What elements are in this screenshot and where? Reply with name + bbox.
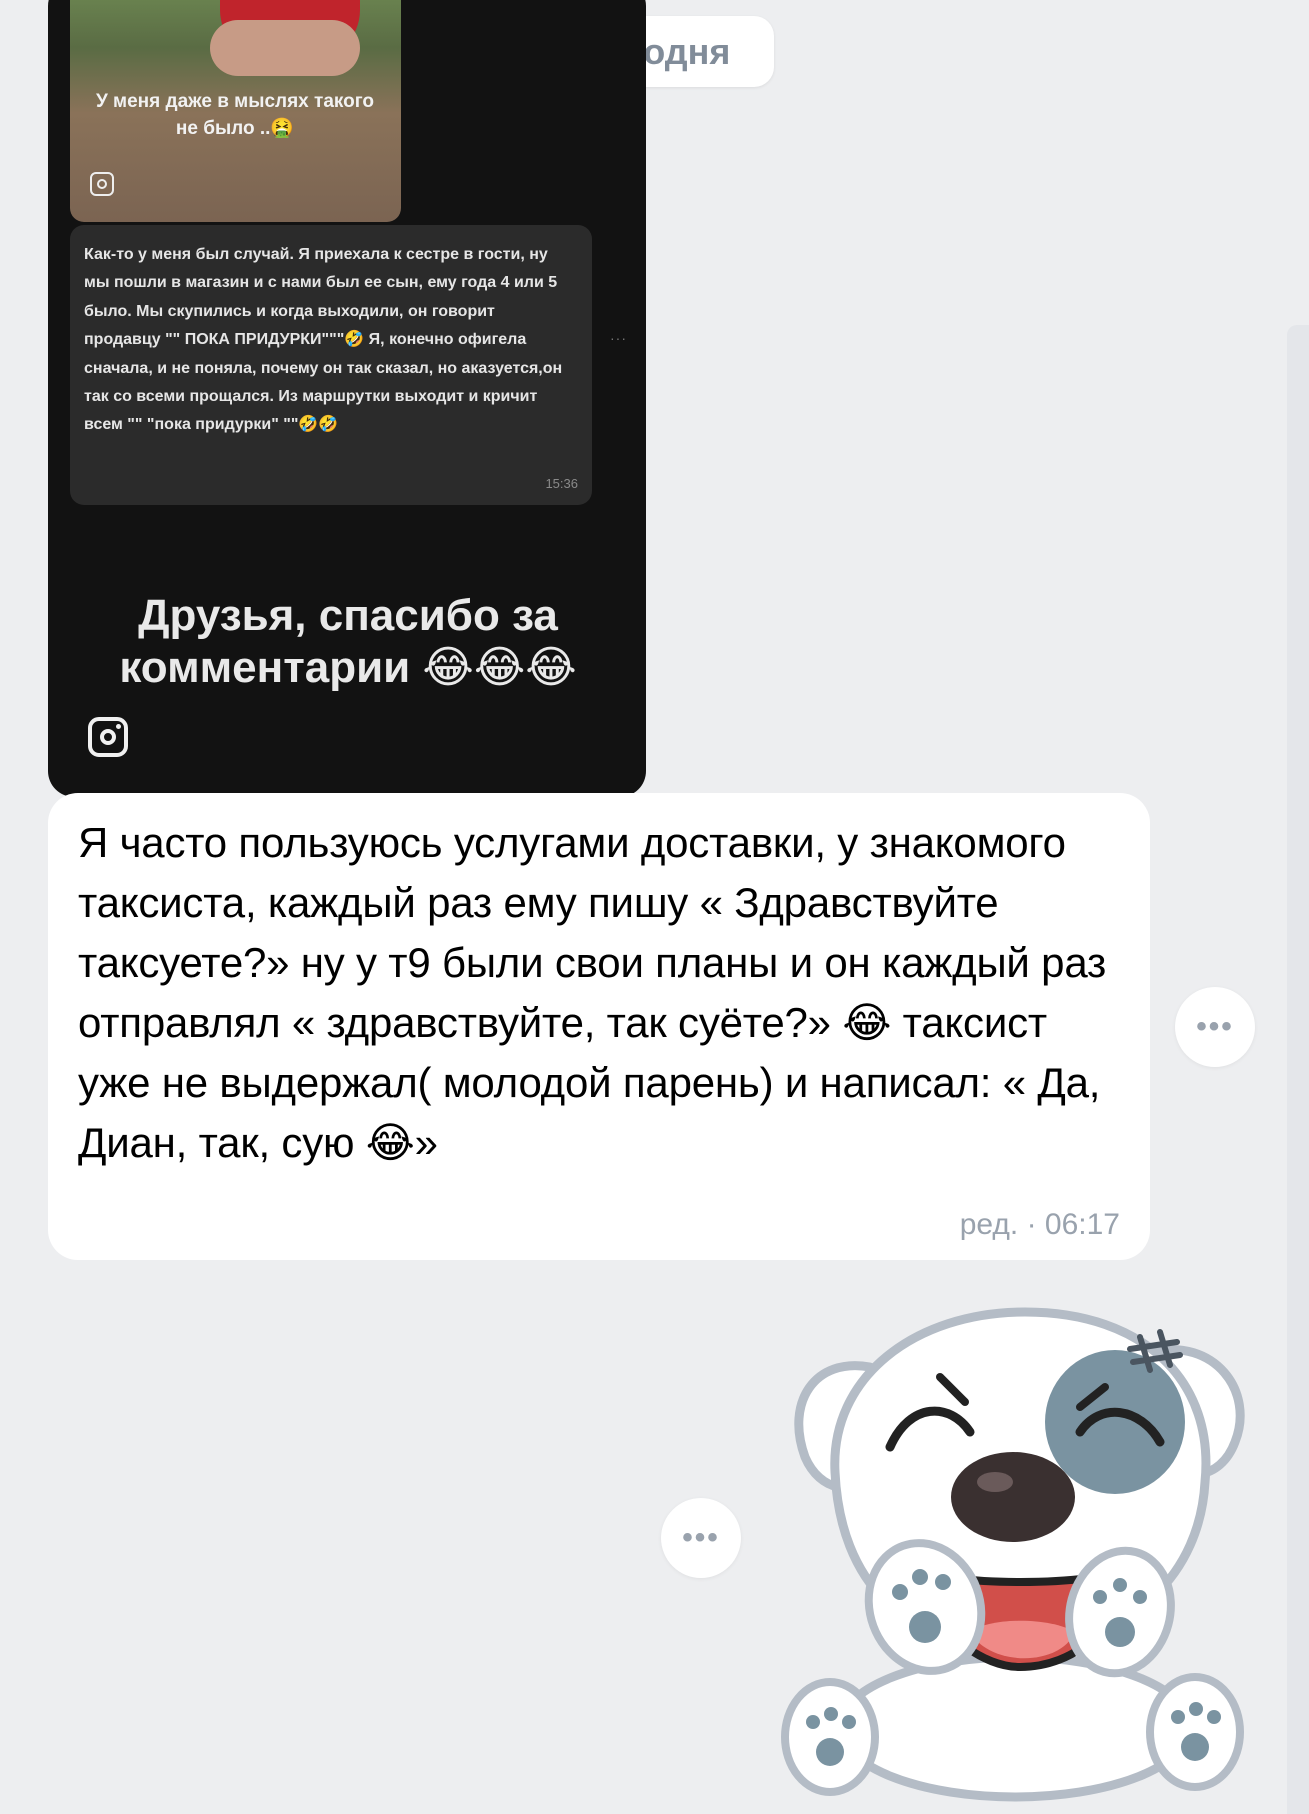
message-meta: ред. · 06:17	[959, 1208, 1120, 1241]
paw-toe	[1093, 1590, 1107, 1604]
dog-nose	[951, 1452, 1075, 1542]
instagram-lens	[100, 729, 116, 745]
paw-toe	[1189, 1702, 1203, 1716]
dog-left-foot	[781, 1678, 879, 1796]
paw-toe	[912, 1569, 928, 1585]
sticker-actions-button[interactable]: •••	[661, 1498, 741, 1578]
paw-pad	[1105, 1617, 1135, 1647]
message-actions-button[interactable]: •••	[1175, 987, 1255, 1067]
dog-body	[835, 1652, 1195, 1802]
paw-toe	[935, 1574, 951, 1590]
paw-toe	[824, 1707, 838, 1721]
paw-toe	[806, 1715, 820, 1729]
paw-toe	[1207, 1710, 1221, 1724]
text-message-bubble[interactable]: Я часто пользуюсь услугами доставки, у з…	[48, 793, 1150, 1260]
dog-nose-shine	[977, 1472, 1013, 1492]
paw-toe	[842, 1715, 856, 1729]
embedded-comment-text: Как-то у меня был случай. Я приехала к с…	[84, 246, 563, 434]
paw-pad	[1181, 1733, 1209, 1761]
paw-pad	[816, 1738, 844, 1766]
image-message[interactable]: У меня даже в мыслях такого не было ..🤮 …	[48, 0, 646, 797]
embedded-comment-bubble: Как-то у меня был случай. Я приехала к с…	[70, 225, 592, 505]
dog-eye-patch	[1045, 1350, 1185, 1494]
photo-caption: У меня даже в мыслях такого не было ..🤮	[95, 91, 375, 139]
dog-right-foot	[1146, 1673, 1244, 1791]
instagram-icon	[88, 717, 128, 757]
paw-toe	[892, 1584, 908, 1600]
instagram-dot	[116, 724, 121, 729]
embedded-photo: У меня даже в мыслях такого не было ..🤮	[70, 0, 401, 222]
image-caption: Друзья, спасибо за комментарии 😂😂😂	[119, 591, 577, 692]
photo-arm	[210, 20, 360, 76]
paw-toe	[1113, 1578, 1127, 1592]
embedded-comment-time: 15:36	[545, 476, 578, 491]
paw-toe	[1171, 1710, 1185, 1724]
laughing-dog-sticker[interactable]	[775, 1282, 1260, 1807]
paw-toe	[1133, 1590, 1147, 1604]
message-text: Я часто пользуюсь услугами доставки, у з…	[78, 819, 1107, 1166]
embedded-menu-icon: ···	[610, 330, 627, 346]
scrollbar[interactable]	[1287, 325, 1309, 1814]
paw-pad	[909, 1611, 941, 1643]
instagram-icon	[90, 172, 114, 196]
